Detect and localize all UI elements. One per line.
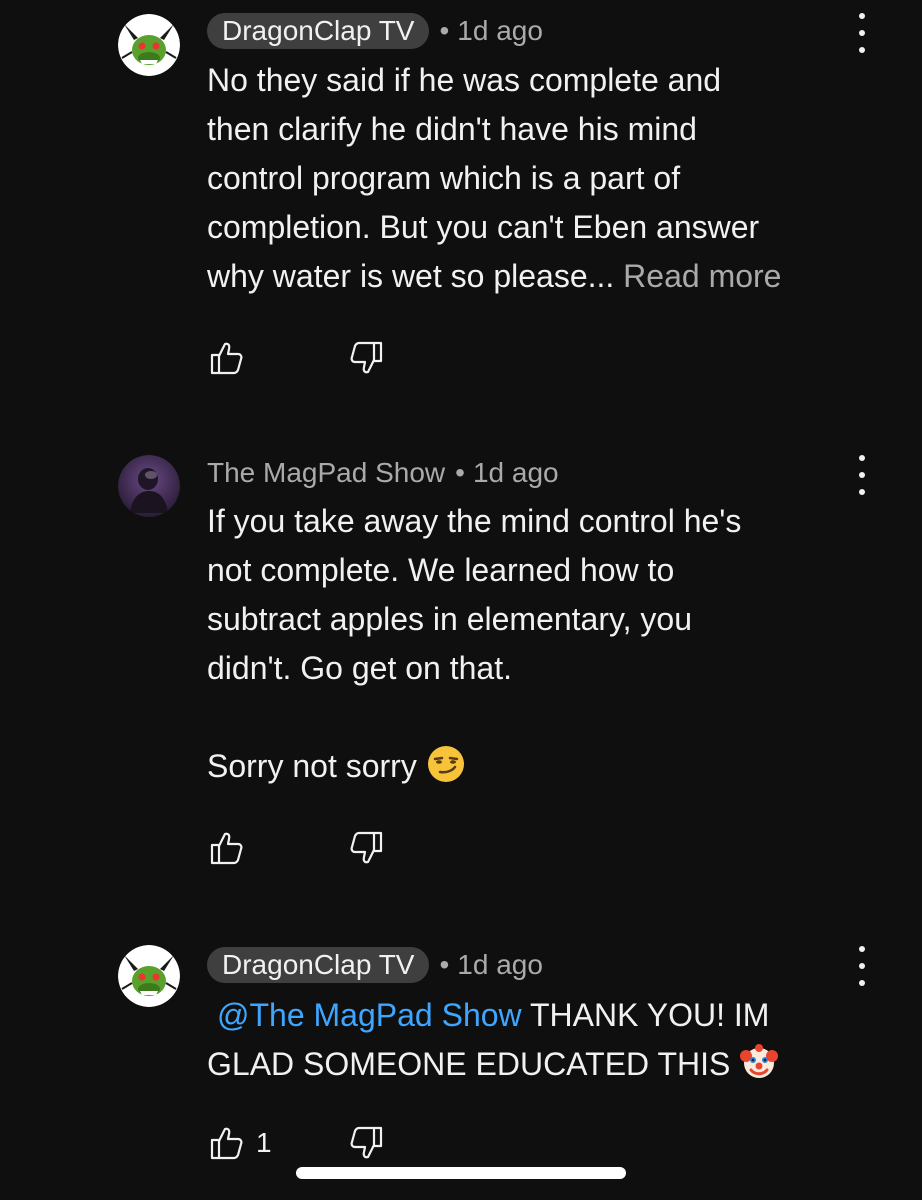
like-button[interactable] [207, 1123, 247, 1163]
thumbs-up-icon [210, 1127, 243, 1160]
more-vert-icon [859, 13, 865, 19]
comment-header: DragonClap TV • 1d ago [207, 13, 543, 49]
comment-text: If you take away the mind control he's n… [207, 497, 867, 798]
separator: • [439, 15, 450, 46]
comment-time: 1d ago [457, 15, 543, 46]
thumbs-down-icon [350, 831, 383, 864]
read-more-link[interactable]: Read more [623, 258, 781, 294]
more-options-button[interactable] [850, 946, 874, 986]
comment-time: 1d ago [457, 949, 543, 980]
dislike-button[interactable] [346, 1123, 386, 1163]
thumbs-up-icon [210, 832, 243, 865]
author-name[interactable]: DragonClap TV [207, 947, 430, 983]
thumbs-down-icon [350, 1126, 383, 1159]
comment-time: 1d ago [472, 457, 559, 488]
dragon-avatar-icon [118, 945, 180, 1007]
avatar[interactable] [118, 945, 180, 1007]
comment-text: No they said if he was complete and then… [207, 62, 782, 294]
comment-text: @The MagPad Show THANK YOU! IM GLAD SOME… [207, 991, 867, 1096]
profile-photo-icon [118, 455, 180, 517]
smirking-face-emoji [426, 744, 466, 798]
separator: • [455, 457, 465, 488]
more-options-button[interactable] [850, 455, 874, 495]
more-vert-icon [859, 946, 865, 952]
author-name[interactable]: The MagPad Show [207, 457, 445, 489]
separator: • [439, 949, 450, 980]
more-options-button[interactable] [850, 13, 874, 53]
mention-link[interactable]: @The MagPad Show [217, 997, 522, 1033]
thumbs-up-icon [210, 342, 243, 375]
home-indicator[interactable] [296, 1167, 626, 1179]
like-button[interactable] [207, 338, 247, 378]
comments-thread: DragonClap TV • 1d ago No they said if h… [0, 0, 922, 1200]
thumbs-down-icon [350, 341, 383, 374]
like-count: 1 [256, 1127, 272, 1158]
like-button[interactable] [207, 828, 247, 868]
avatar[interactable] [118, 14, 180, 76]
comment-header: DragonClap TV • 1d ago [207, 947, 543, 983]
comment-header: The MagPad Show • 1d ago [207, 455, 559, 491]
dragon-avatar-icon [118, 14, 180, 76]
dislike-button[interactable] [346, 338, 386, 378]
clown-face-emoji [739, 1042, 779, 1096]
author-name[interactable]: DragonClap TV [207, 13, 430, 49]
avatar[interactable] [118, 455, 180, 517]
more-vert-icon [859, 455, 865, 461]
dislike-button[interactable] [346, 828, 386, 868]
